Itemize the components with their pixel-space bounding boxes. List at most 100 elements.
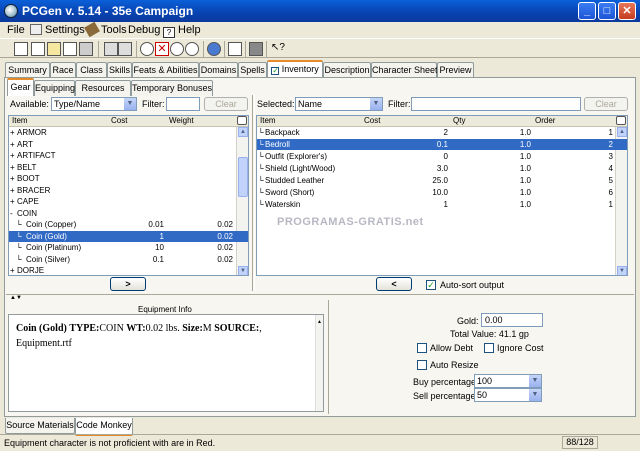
expand-icon[interactable]: + [10, 162, 15, 173]
save-icon[interactable] [79, 42, 93, 56]
menu-tools[interactable]: Tools [84, 21, 127, 38]
tree-row[interactable]: + BOOT [9, 173, 248, 184]
maximize-button[interactable]: □ [598, 2, 616, 20]
ignore-cost-checkbox[interactable] [484, 343, 494, 353]
expand-icon[interactable]: + [10, 150, 15, 161]
context-help-icon[interactable]: ↖? [271, 42, 285, 56]
tab-class[interactable]: Class [76, 62, 107, 78]
globe-icon[interactable] [207, 42, 221, 56]
menu-settings[interactable]: Settings [30, 24, 85, 36]
expand-icon[interactable]: + [10, 265, 15, 275]
selected-table[interactable]: Item Cost Qty Order ▲ ▼ └ Backpack 2 1.0 1 └ B… [256, 115, 628, 276]
expand-icon[interactable]: + [10, 196, 15, 207]
table-row[interactable]: └ Waterskin 1 1.0 1 [257, 199, 627, 210]
tab-domains[interactable]: Domains [199, 62, 238, 78]
available-filter-input[interactable] [166, 97, 200, 111]
zoom-in-icon[interactable] [170, 42, 184, 56]
print-icon[interactable] [118, 42, 132, 56]
selected-filter-input[interactable] [411, 97, 581, 111]
available-tree-table[interactable]: Item Cost Weight ▲ ▼ + ARMOR + ART + ARTIFACT… [8, 115, 249, 276]
image-icon[interactable] [249, 42, 263, 56]
tree-row[interactable]: - COIN [9, 208, 248, 219]
gold-input[interactable]: 0.00 [481, 313, 543, 327]
vertical-splitter[interactable] [252, 95, 255, 291]
column-cost[interactable]: Cost [111, 116, 127, 125]
remove-icon[interactable]: ✕ [155, 42, 169, 56]
tree-row[interactable]: └ Coin (Platinum) 10 0.02 [9, 242, 248, 253]
collapse-arrows-icon[interactable]: ▲▼ [10, 295, 22, 301]
table-row[interactable]: └ Outfit (Explorer's) 0 1.0 3 [257, 151, 627, 162]
table-row[interactable]: └ Bedroll 0.1 1.0 2 [257, 139, 627, 150]
expand-icon[interactable]: + [10, 139, 15, 150]
tree-row[interactable]: └ Coin (Gold) 1 0.02 [9, 230, 248, 242]
horizontal-splitter[interactable]: ▲▼ [6, 294, 634, 301]
tab-skills[interactable]: Skills [107, 62, 132, 78]
tree-row[interactable]: └ Coin (Silver) 0.1 0.02 [9, 254, 248, 265]
table-row[interactable]: └ Studded Leather 25.0 1.0 5 [257, 175, 627, 186]
column-item[interactable]: Item [12, 116, 28, 125]
tab-preview[interactable]: Preview [437, 62, 474, 78]
scroll-down-icon[interactable]: ▼ [617, 266, 627, 275]
open-icon[interactable] [31, 42, 45, 56]
title-bar[interactable]: PCGen v. 5.14 - 35e Campaign _ □ ✕ [0, 0, 640, 22]
new-character-icon[interactable] [14, 42, 28, 56]
available-view-select[interactable]: Type/Name ▼ [51, 97, 137, 111]
buy-percentage-select[interactable]: 100 ▼ [474, 374, 542, 388]
close-button[interactable]: ✕ [618, 2, 636, 20]
tab-character-sheet[interactable]: Character Sheet [371, 62, 438, 78]
search-icon[interactable] [140, 42, 154, 56]
tree-row[interactable]: + ARTIFACT [9, 150, 248, 161]
tree-row[interactable]: + ARMOR [9, 127, 248, 138]
selected-clear-button[interactable]: Clear [584, 97, 628, 111]
collapse-icon[interactable]: - [10, 208, 13, 219]
column-qty[interactable]: Qty [453, 116, 465, 125]
scroll-up-icon[interactable]: ▲ [316, 315, 323, 330]
expand-icon[interactable]: + [10, 173, 15, 184]
auto-sort-checkbox[interactable]: ✓ [426, 280, 436, 290]
open-folder-icon[interactable] [47, 42, 61, 56]
tree-row[interactable]: └ Coin (Copper) 0.01 0.02 [9, 219, 248, 230]
selected-view-select[interactable]: Name ▼ [295, 97, 383, 111]
list-icon[interactable] [228, 42, 242, 56]
column-chooser-icon[interactable] [616, 116, 626, 125]
available-clear-button[interactable]: Clear [204, 97, 248, 111]
auto-resize-checkbox[interactable] [417, 360, 427, 370]
tab-resources[interactable]: Resources [75, 80, 131, 96]
column-order[interactable]: Order [535, 116, 555, 125]
menu-file[interactable]: File [7, 24, 25, 36]
column-chooser-icon[interactable] [237, 116, 247, 125]
close-character-icon[interactable] [63, 42, 77, 56]
tree-row[interactable]: + BELT [9, 162, 248, 173]
column-weight[interactable]: Weight [169, 116, 194, 125]
minimize-button[interactable]: _ [578, 2, 596, 20]
info-scrollbar[interactable]: ▲ [315, 315, 323, 411]
tree-row[interactable]: + ART [9, 139, 248, 150]
tab-summary[interactable]: Summary [5, 62, 50, 78]
tab-feats-abilities[interactable]: Feats & Abilities [132, 62, 199, 78]
tab-spells[interactable]: Spells [238, 62, 267, 78]
table-row[interactable]: └ Backpack 2 1.0 1 [257, 127, 627, 138]
expand-icon[interactable]: + [10, 127, 15, 138]
tab-equipping[interactable]: Equipping [34, 80, 75, 96]
tab-temporary-bonuses[interactable]: Temporary Bonuses [131, 80, 213, 96]
tab-gear[interactable]: Gear [7, 78, 34, 96]
allow-debt-checkbox[interactable] [417, 343, 427, 353]
sell-percentage-select[interactable]: 50 ▼ [474, 388, 542, 402]
tab-inventory[interactable]: ✓ Inventory [267, 60, 323, 78]
table-row[interactable]: └ Sword (Short) 10.0 1.0 6 [257, 187, 627, 198]
tab-race[interactable]: Race [50, 62, 76, 78]
tab-source-materials[interactable]: Source Materials [5, 418, 75, 434]
zoom-out-icon[interactable] [185, 42, 199, 56]
expand-icon[interactable]: + [10, 185, 15, 196]
column-item[interactable]: Item [260, 116, 276, 125]
menu-debug[interactable]: Debug [128, 24, 160, 36]
tree-row[interactable]: + CAPE [9, 196, 248, 207]
print-preview-icon[interactable] [104, 42, 118, 56]
tab-description[interactable]: Description [323, 62, 371, 78]
remove-item-button[interactable]: < [376, 277, 412, 291]
tree-row[interactable]: + DORJE [9, 265, 248, 275]
tree-row[interactable]: + BRACER [9, 185, 248, 196]
column-cost[interactable]: Cost [364, 116, 380, 125]
add-item-button[interactable]: > [110, 277, 146, 291]
table-row[interactable]: └ Shield (Light/Wood) 3.0 1.0 4 [257, 163, 627, 174]
